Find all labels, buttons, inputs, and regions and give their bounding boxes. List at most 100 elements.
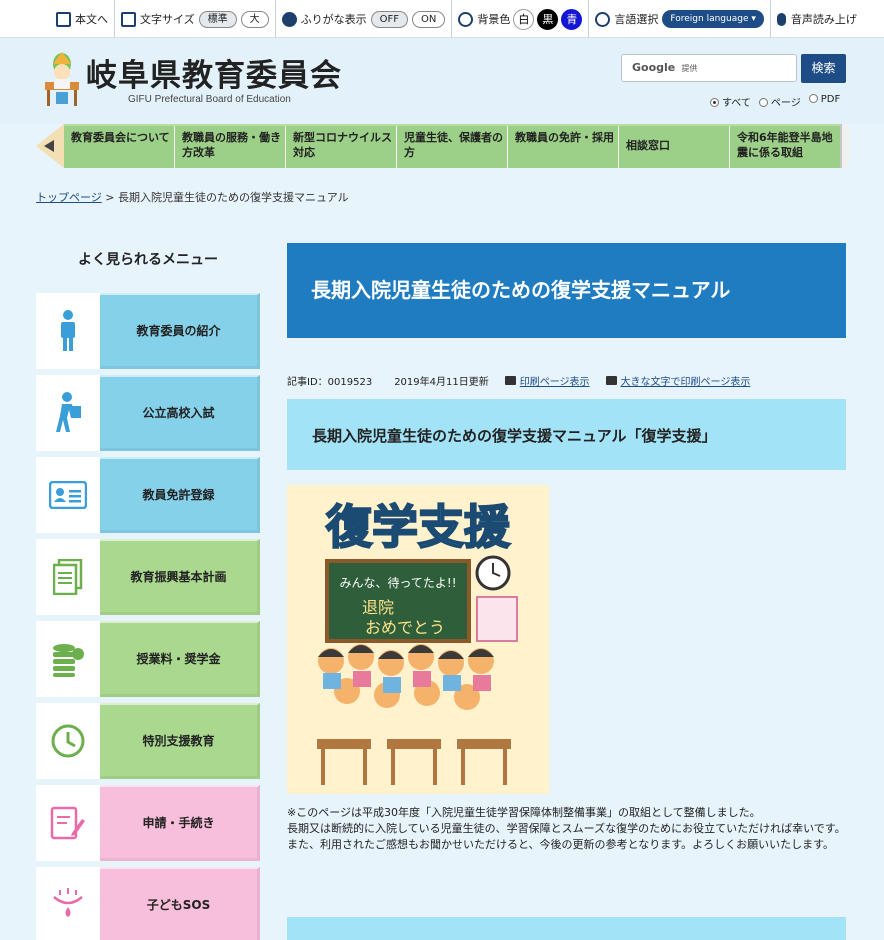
search-button[interactable]: 検索 [801, 54, 846, 83]
palette-icon [458, 11, 474, 27]
breadcrumb: トップページ > 長期入院児童生徒のための復学支援マニュアル [36, 189, 349, 205]
site-subtitle: GIFU Prefectural Board of Education [128, 94, 291, 105]
scope-all-radio[interactable]: すべて [710, 94, 751, 109]
sidebar-item-special-support[interactable]: 特別支援教育 [36, 703, 260, 779]
language-label: 言語選択 [614, 13, 659, 26]
font-large-button[interactable]: 大 [240, 10, 269, 28]
globe-icon [595, 11, 611, 27]
page-description: ※このページは平成30年度「入院児童生徒学習保障体制整備事業」の取組として整備し… [287, 805, 846, 853]
manual-cover-image[interactable]: 復学支援 みんな、待ってたよ!! 退院 おめでとう [287, 485, 549, 794]
sidebar-item-label: 教育振興基本計画 [100, 539, 260, 615]
cover-board-line2: 退院 [362, 598, 394, 617]
sidebar-icon-box [36, 621, 100, 697]
main-content: 長期入院児童生徒のための復学支援マニュアル 記事ID：0019523 2019年… [287, 243, 846, 853]
breadcrumb-current: 長期入院児童生徒のための復学支援マニュアル [118, 191, 349, 204]
scope-pdf-label: PDF [820, 94, 841, 105]
sidebar-item-label: 教育委員の紹介 [100, 293, 260, 369]
sidebar-icon-box [36, 785, 100, 861]
nav-item-license-hiring[interactable]: 教職員の免許・採用 [508, 126, 619, 168]
sidebar-item-education-plan[interactable]: 教育振興基本計画 [36, 539, 260, 615]
furigana-on-button[interactable]: ON [412, 10, 446, 28]
skip-to-content-link[interactable]: 本文へ [50, 0, 115, 38]
font-standard-button[interactable]: 標準 [198, 10, 237, 28]
cover-board-line3: おめでとう [365, 618, 445, 637]
article-meta: 記事ID：0019523 2019年4月11日更新 印刷ページ表示 大きな文字で… [287, 373, 846, 388]
sidebar-item-label: 授業料・奨学金 [100, 621, 260, 697]
clock-icon [51, 724, 85, 758]
description-line: ※このページは平成30年度「入院児童生徒学習保障体制整備事業」の取組として整備し… [287, 806, 761, 819]
sidebar-item-high-school-exam[interactable]: 公立高校入試 [36, 375, 260, 451]
print-page-link[interactable]: 印刷ページ表示 [520, 373, 590, 388]
furigana-icon [281, 11, 297, 27]
bg-blue-button[interactable]: 青 [561, 8, 583, 30]
background-color-control: 背景色 白 黒 青 [452, 0, 590, 38]
voice-read-label: 音声読み上げ [790, 13, 857, 26]
nav-item-work-reform[interactable]: 教職員の服務・働き方改革 [175, 126, 286, 168]
sidebar-icon-box [36, 375, 100, 451]
foreign-language-label: Foreign language [670, 14, 749, 24]
id-card-icon [49, 481, 87, 509]
sidebar-item-applications[interactable]: 申請・手続き [36, 785, 260, 861]
foreign-language-button[interactable]: Foreign language ▾ [662, 10, 764, 28]
nav-item-board[interactable]: 教育委員会について [64, 126, 175, 168]
crying-eye-icon [53, 888, 83, 917]
microphone-icon [776, 12, 786, 26]
sidebar-title: よく見られるメニュー [78, 252, 218, 268]
bg-color-label: 背景色 [477, 13, 511, 26]
google-label: Google [632, 61, 676, 74]
cover-illustration: 復学支援 みんな、待ってたよ!! 退院 おめでとう [287, 485, 549, 794]
print-large-page-link[interactable]: 大きな文字で印刷ページ表示 [621, 373, 751, 388]
nav-item-consultation[interactable]: 相談窓口 [619, 126, 730, 168]
sidebar-icon-box [36, 539, 100, 615]
document-icon [53, 559, 83, 595]
description-line: また、利用されたご感想もお聞かせいただけると、今後の更新の参考となります。よろし… [287, 838, 835, 851]
updated-date: 2019年4月11日更新 [394, 376, 489, 388]
cover-title: 復学支援 [325, 500, 511, 554]
radio-icon [758, 98, 768, 107]
sidebar-item-label: 子どもSOS [100, 867, 260, 940]
bg-white-button[interactable]: 白 [513, 8, 535, 30]
furigana-off-button[interactable]: OFF [370, 10, 409, 28]
description-line: 長期又は断続的に入院している児童生徒の、学習保障とスムーズな復学のためにお役立て… [287, 822, 846, 835]
sidebar-item-label: 申請・手続き [100, 785, 260, 861]
next-section-heading [287, 917, 846, 940]
site-title[interactable]: 岐阜県教育委員会 [86, 50, 342, 95]
sidebar-item-child-sos[interactable]: 子どもSOS [36, 867, 260, 940]
radio-icon [808, 94, 818, 103]
site-header: 岐阜県教育委員会 GIFU Prefectural Board of Educa… [0, 38, 884, 124]
form-pen-icon [50, 806, 85, 840]
font-size-icon [121, 11, 136, 27]
section-heading: 長期入院児童生徒のための復学支援マニュアル「復学支援」 [287, 399, 846, 470]
voice-read-button[interactable]: 音声読み上げ [771, 0, 863, 38]
scope-page-label: ページ [770, 98, 801, 109]
scope-pdf-radio[interactable]: PDF [808, 94, 841, 109]
pencil-tip-icon [36, 124, 64, 168]
printer-icon [504, 375, 516, 385]
person-icon [61, 310, 75, 351]
nav-item-students-parents[interactable]: 児童生徒、保護者の方 [397, 126, 508, 168]
sidebar-icon-box [36, 703, 100, 779]
student-walking-icon [56, 392, 81, 432]
font-size-label: 文字サイズ [140, 13, 195, 26]
sidebar-item-tuition-scholarship[interactable]: 授業料・奨学金 [36, 621, 260, 697]
sidebar-item-board-members[interactable]: 教育委員の紹介 [36, 293, 260, 369]
nav-item-covid[interactable]: 新型コロナウイルス対応 [286, 126, 397, 168]
sidebar-icon-box [36, 867, 100, 940]
sidebar-item-label: 特別支援教育 [100, 703, 260, 779]
page-title: 長期入院児童生徒のための復学支援マニュアル [287, 243, 846, 338]
nav-item-noto-earthquake[interactable]: 令和6年能登半島地震に係る取組 [730, 126, 840, 168]
mascot-logo-icon[interactable] [42, 52, 82, 110]
scope-page-radio[interactable]: ページ [758, 94, 801, 109]
language-control: 言語選択 Foreign language ▾ [589, 0, 771, 38]
sidebar-icon-box [36, 457, 100, 533]
bg-black-button[interactable]: 黒 [537, 8, 559, 30]
utility-bar: 本文へ 文字サイズ 標準 大 ふりがな表示 OFF ON 背景色 白 黒 青 言… [0, 0, 884, 38]
printer-icon [605, 375, 617, 385]
radio-selected-icon [710, 98, 719, 107]
furigana-control: ふりがな表示 OFF ON [276, 0, 453, 38]
article-id: 記事ID：0019523 [287, 376, 373, 388]
breadcrumb-separator: > [105, 191, 115, 204]
search-input[interactable]: Google 提供 [621, 54, 797, 82]
sidebar-item-teacher-license[interactable]: 教員免許登録 [36, 457, 260, 533]
breadcrumb-home-link[interactable]: トップページ [36, 191, 102, 204]
